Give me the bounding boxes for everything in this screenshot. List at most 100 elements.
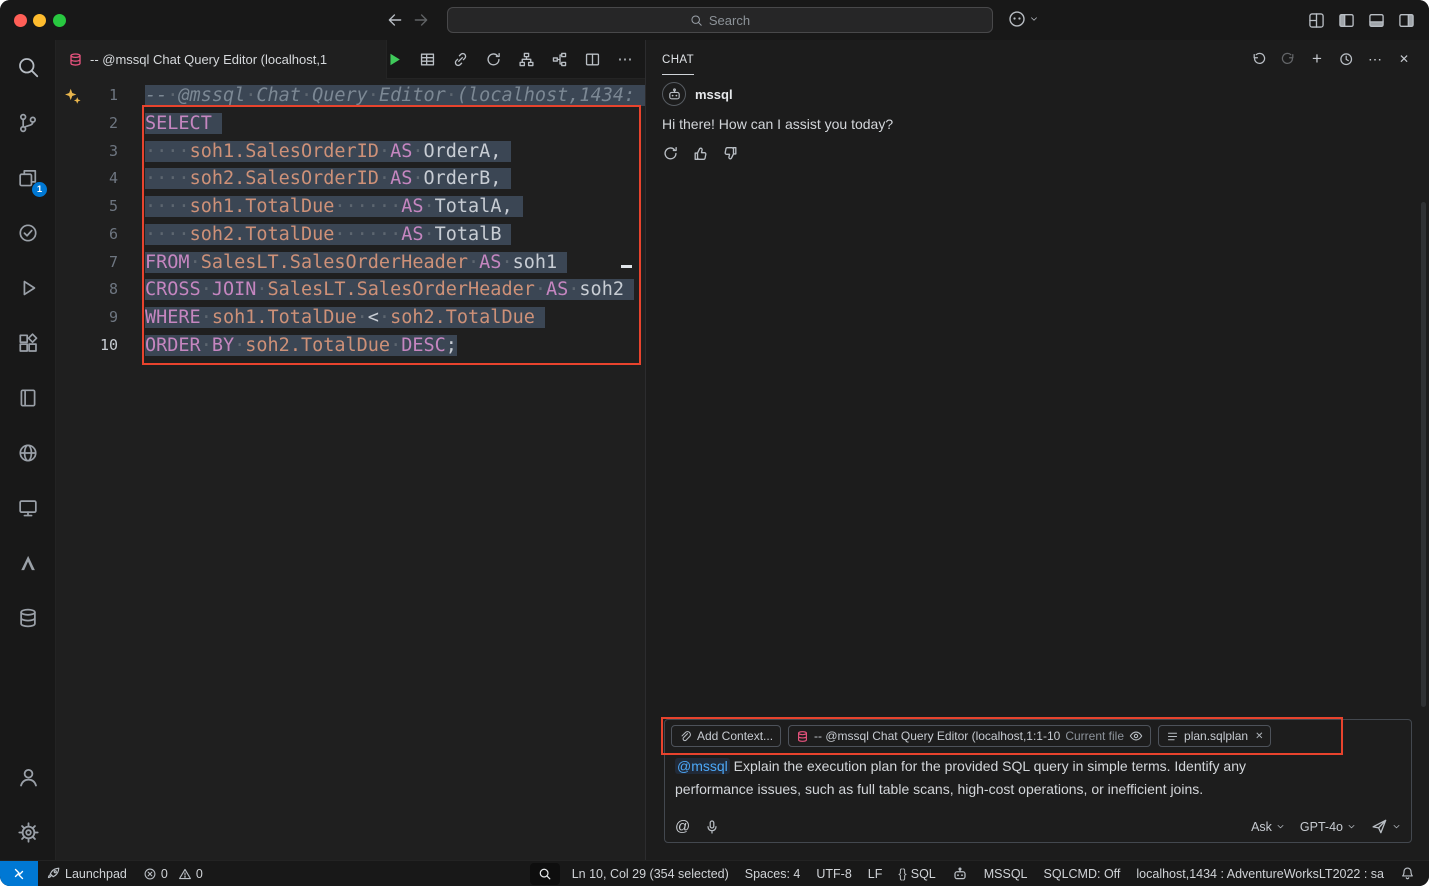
eol[interactable]: LF (860, 861, 891, 886)
titlebar: Search (0, 0, 1429, 40)
search-icon (17, 56, 40, 79)
line-number: 7 (56, 249, 145, 277)
notifications-button[interactable] (1392, 861, 1429, 886)
redo-icon[interactable] (1277, 48, 1299, 70)
scrollbar[interactable] (1421, 202, 1426, 707)
tab-query-editor[interactable]: -- @mssql Chat Query Editor (localhost,1 (56, 40, 387, 79)
code-line[interactable]: FROM·SalesLT.SalesOrderHeader·AS·soh1 (145, 249, 645, 277)
window-minimize-button[interactable] (33, 14, 46, 27)
navigate-back-icon[interactable] (386, 11, 404, 29)
mic-button[interactable] (704, 819, 720, 835)
code-line[interactable]: ····soh2.SalesOrderID·AS·OrderB, (145, 165, 645, 193)
copilot-sparkle-icon[interactable] (63, 87, 82, 106)
send-button[interactable] (1371, 818, 1401, 835)
split-editor-icon (584, 51, 601, 68)
new-chat-button[interactable]: + (1306, 48, 1328, 70)
more-actions-button[interactable]: ⋯ (615, 50, 635, 70)
sidebar-item-sql-server[interactable] (0, 590, 56, 645)
command-center-search[interactable]: Search (447, 7, 993, 33)
code-editor[interactable]: 12345678910 --·@mssql·Chat·Query·Editor·… (56, 79, 645, 860)
model-picker[interactable]: GPT-4o (1300, 820, 1356, 834)
remove-chip-icon[interactable]: ✕ (1255, 731, 1263, 742)
estimated-plan-button[interactable] (516, 50, 536, 70)
results-grid-button[interactable] (417, 50, 437, 70)
window-close-button[interactable] (14, 14, 27, 27)
window-zoom-button[interactable] (53, 14, 66, 27)
add-context-chip[interactable]: Add Context... (671, 725, 781, 747)
problems-indicator[interactable]: 0 0 (135, 861, 211, 886)
file-chip-label: -- @mssql Chat Query Editor (localhost,1… (814, 729, 1060, 743)
chat-input-container[interactable]: Add Context... -- @mssql Chat Query Edit… (664, 719, 1412, 843)
code-line[interactable]: ····soh1.SalesOrderID·AS·OrderA, (145, 138, 645, 166)
refresh-connection-button[interactable] (483, 50, 503, 70)
code-line[interactable]: ORDER·BY·soh2.TotalDue·DESC; (145, 332, 645, 360)
chat-prompt-text[interactable]: @mssql Explain the execution plan for th… (665, 752, 1411, 804)
rocket-icon (46, 866, 61, 881)
database-file-icon (68, 52, 83, 67)
split-editor-button[interactable] (582, 50, 602, 70)
connection-status[interactable]: localhost,1434 : AdventureWorksLT2022 : … (1128, 861, 1392, 886)
line-number: 5 (56, 193, 145, 221)
launchpad-label: Launchpad (65, 867, 127, 881)
thumbs-up-icon[interactable] (692, 145, 709, 162)
customize-layout-icon[interactable] (1308, 12, 1325, 29)
sidebar-item-run-debug[interactable] (0, 260, 56, 315)
mode-picker[interactable]: Ask (1251, 820, 1285, 834)
copilot-menu-button[interactable] (1008, 10, 1039, 28)
code-line[interactable]: CROSS·JOIN·SalesLT.SalesOrderHeader·AS·s… (145, 276, 645, 304)
plan-file-chip[interactable]: plan.sqlplan ✕ (1158, 725, 1271, 747)
error-icon (143, 867, 157, 881)
code-line[interactable]: WHERE·soh1.TotalDue·<·soh2.TotalDue (145, 304, 645, 332)
remote-indicator[interactable] (0, 861, 38, 886)
code-line[interactable]: ····soh1.TotalDue······AS·TotalA, (145, 193, 645, 221)
navigate-forward-icon[interactable] (412, 11, 430, 29)
close-chat-icon[interactable]: ✕ (1393, 48, 1415, 70)
chat-history-icon[interactable] (1335, 48, 1357, 70)
sidebar-item-docs[interactable] (0, 370, 56, 425)
cursor-position[interactable]: Ln 10, Col 29 (354 selected) (564, 861, 737, 886)
connect-button[interactable] (450, 50, 470, 70)
chat-more-actions[interactable]: ⋯ (1364, 48, 1386, 70)
sidebar-item-remote-explorer[interactable] (0, 480, 56, 535)
schema-compare-button[interactable] (549, 50, 569, 70)
database-file-icon (796, 730, 809, 743)
sidebar-item-source-control[interactable] (0, 95, 56, 150)
refresh-icon (485, 51, 502, 68)
regenerate-icon[interactable] (662, 145, 679, 162)
toggle-sidebar-left-icon[interactable] (1338, 12, 1355, 29)
sidebar-item-azure[interactable] (0, 535, 56, 590)
sqlcmd-status[interactable]: SQLCMD: Off (1036, 861, 1129, 886)
mention-chip[interactable]: @mssql (675, 758, 730, 774)
mention-button[interactable]: @ (675, 818, 690, 835)
link-icon (452, 51, 469, 68)
language-mode[interactable]: {} SQL (890, 861, 943, 886)
code-line[interactable]: ····soh2.TotalDue······AS·TotalB (145, 221, 645, 249)
chevron-down-icon (1029, 14, 1039, 24)
copilot-status[interactable] (944, 861, 976, 886)
code-line[interactable]: --·@mssql·Chat·Query·Editor·(localhost,1… (145, 82, 645, 110)
paperclip-icon (679, 730, 692, 743)
sidebar-item-extensions[interactable] (0, 315, 56, 370)
toggle-sidebar-right-icon[interactable] (1398, 12, 1415, 29)
run-query-button[interactable] (384, 50, 404, 70)
sidebar-item-testing[interactable] (0, 205, 56, 260)
hierarchy-icon (551, 51, 568, 68)
sidebar-item-search[interactable] (0, 40, 56, 95)
sidebar-item-github[interactable] (0, 425, 56, 480)
toggle-panel-icon[interactable] (1368, 12, 1385, 29)
launchpad-button[interactable]: Launchpad (38, 861, 135, 886)
thumbs-down-icon[interactable] (722, 145, 739, 162)
message-text: Hi there! How can I assist you today? (662, 116, 1413, 132)
zoom-indicator[interactable] (530, 863, 560, 885)
chat-message: mssql Hi there! How can I assist you tod… (646, 78, 1429, 162)
code-line[interactable]: SELECT (145, 110, 645, 138)
mssql-status[interactable]: MSSQL (976, 861, 1036, 886)
eye-icon[interactable] (1129, 729, 1143, 743)
encoding[interactable]: UTF-8 (808, 861, 859, 886)
settings-button[interactable] (0, 805, 56, 860)
current-file-chip[interactable]: -- @mssql Chat Query Editor (localhost,1… (788, 725, 1151, 747)
sidebar-item-explorer[interactable]: 1 (0, 150, 56, 205)
undo-icon[interactable] (1248, 48, 1270, 70)
indentation[interactable]: Spaces: 4 (737, 861, 809, 886)
account-button[interactable] (0, 750, 56, 805)
